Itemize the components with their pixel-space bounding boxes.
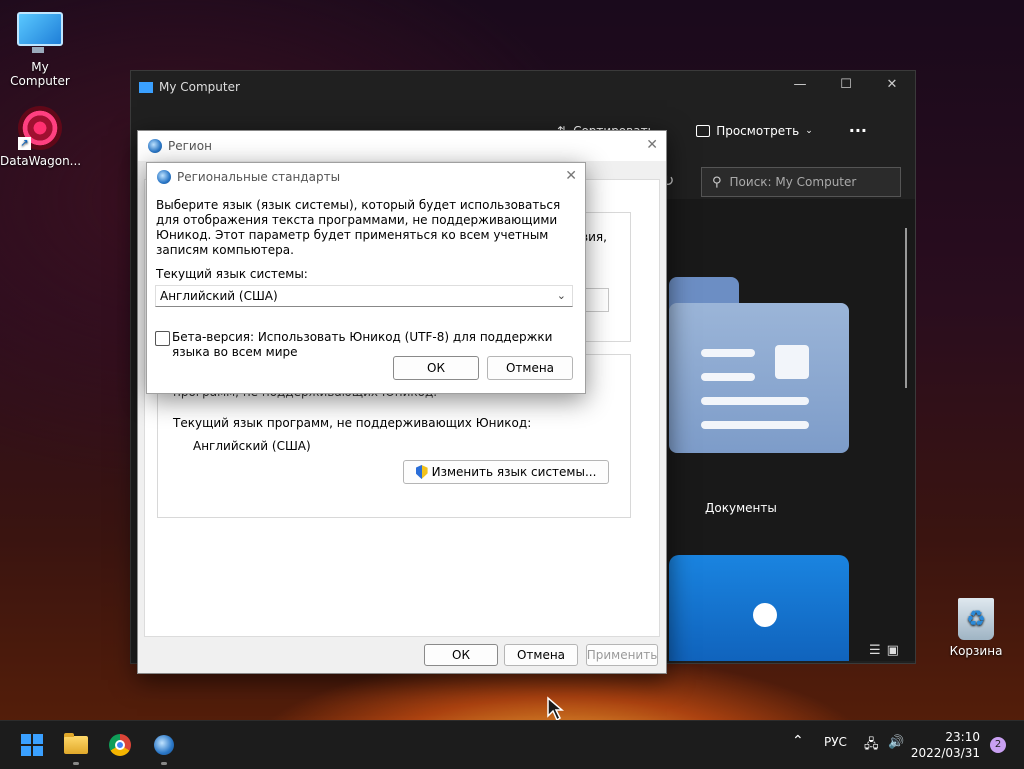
start-button[interactable] — [18, 731, 46, 759]
view-label: Просмотреть — [716, 123, 800, 138]
view-icon — [696, 124, 711, 137]
folder-dot — [753, 603, 777, 627]
mouse-cursor-icon — [547, 696, 564, 722]
regional-standards-dialog: Региональные стандарты ✕ Выберите язык (… — [146, 162, 586, 394]
current-lang-value: Английский (США) — [193, 439, 311, 453]
change-system-lang-button[interactable]: Изменить язык системы... — [403, 460, 609, 484]
regional-standards-title: Региональные стандарты — [177, 170, 341, 184]
date: 2022/03/31 — [910, 746, 980, 760]
running-indicator — [161, 762, 167, 765]
desktop-icon-datawagon[interactable]: ↗ DataWagon... — [0, 106, 82, 168]
system-lang-value: Английский (США) — [160, 289, 278, 303]
doc-line — [701, 421, 809, 429]
description-text: Выберите язык (язык системы), который бу… — [156, 198, 561, 257]
desktop-icon-my-computer[interactable]: My Computer — [0, 12, 80, 88]
clock[interactable]: 23:10 2022/03/31 — [911, 729, 980, 761]
region-title: Регион — [168, 139, 212, 153]
doc-line — [701, 349, 755, 357]
minimize-button[interactable]: — — [777, 77, 823, 97]
doc-square — [775, 345, 809, 379]
network-icon[interactable]: 🖧 — [864, 735, 879, 757]
taskbar-region[interactable] — [150, 731, 178, 765]
recycle-bin-icon: ♻ — [958, 598, 994, 640]
cancel-button[interactable]: Отмена — [504, 644, 578, 666]
close-button[interactable]: ✕ — [565, 168, 577, 184]
globe-icon — [154, 735, 174, 755]
tiles-view-icon[interactable]: ▣ — [887, 643, 899, 658]
desktop-icon-label: My Computer — [10, 60, 70, 88]
view-button[interactable]: Просмотреть ⌄ — [696, 124, 813, 138]
desktop-icon-label: Корзина — [949, 644, 1003, 658]
partial-button[interactable] — [585, 288, 609, 312]
more-options-button[interactable]: ··· — [849, 121, 867, 140]
language-indicator[interactable]: РУС — [824, 735, 847, 749]
desktop-icon-recycle-bin[interactable]: ♻ Корзина — [936, 598, 1016, 658]
apply-button[interactable]: Применить — [586, 644, 658, 666]
ok-button[interactable]: ОК — [424, 644, 498, 666]
beta-utf8-checkbox[interactable] — [155, 331, 170, 346]
windows-logo-icon — [21, 734, 43, 756]
view-toggle: ☰ ▣ — [869, 643, 899, 658]
regional-standards-titlebar[interactable]: Региональные стандарты — [147, 163, 585, 191]
ok-button[interactable]: ОК — [393, 356, 479, 380]
documents-folder-icon — [669, 303, 849, 453]
close-button[interactable]: ✕ — [869, 77, 915, 97]
desktop-icon-label: DataWagon... — [0, 154, 82, 168]
current-lang-label: Текущий язык программ, не поддерживающих… — [173, 416, 532, 430]
explorer-content: Документы — [651, 199, 915, 661]
system-lang-select[interactable]: Английский (США) ⌄ — [155, 285, 573, 307]
scrollbar[interactable] — [905, 228, 907, 388]
maximize-button[interactable]: ☐ — [823, 77, 869, 97]
notification-badge[interactable]: 2 — [990, 737, 1006, 753]
region-titlebar[interactable]: Регион — [138, 131, 666, 161]
doc-line — [701, 397, 809, 405]
doc-line — [701, 373, 755, 381]
chevron-down-icon: ⌄ — [805, 125, 813, 136]
running-indicator — [73, 762, 79, 765]
taskbar: ⌃ РУС 🖧 🔊 23:10 2022/03/31 2 — [0, 720, 1024, 769]
folder-documents[interactable] — [669, 277, 849, 453]
search-placeholder: Поиск: My Computer — [729, 175, 857, 189]
search-input[interactable]: ⚲ Поиск: My Computer — [701, 167, 901, 197]
monitor-icon — [17, 12, 63, 53]
close-button[interactable]: ✕ — [646, 137, 658, 153]
folder-pictures-icon[interactable] — [669, 555, 849, 661]
volume-icon[interactable]: 🔊 — [888, 735, 904, 750]
shield-icon — [415, 465, 428, 479]
datawagon-logo-icon: ↗ — [18, 106, 62, 150]
chevron-up-icon[interactable]: ⌃ — [792, 733, 804, 749]
time: 23:10 — [945, 730, 980, 744]
cancel-button[interactable]: Отмена — [487, 356, 573, 380]
monitor-icon — [139, 81, 153, 93]
taskbar-chrome[interactable] — [106, 731, 134, 759]
change-system-lang-label: Изменить язык системы... — [431, 465, 597, 479]
shortcut-arrow-icon: ↗ — [18, 137, 31, 150]
folder-label: Документы — [705, 501, 777, 515]
globe-icon — [157, 170, 171, 184]
folder-icon — [64, 733, 88, 754]
globe-icon — [148, 139, 162, 153]
details-view-icon[interactable]: ☰ — [869, 643, 881, 658]
explorer-title: My Computer — [159, 80, 240, 94]
search-icon: ⚲ — [712, 174, 722, 190]
current-system-lang-label: Текущий язык системы: — [156, 267, 308, 281]
taskbar-explorer[interactable] — [62, 731, 90, 765]
chevron-down-icon: ⌄ — [556, 289, 566, 302]
chrome-icon — [109, 734, 131, 756]
